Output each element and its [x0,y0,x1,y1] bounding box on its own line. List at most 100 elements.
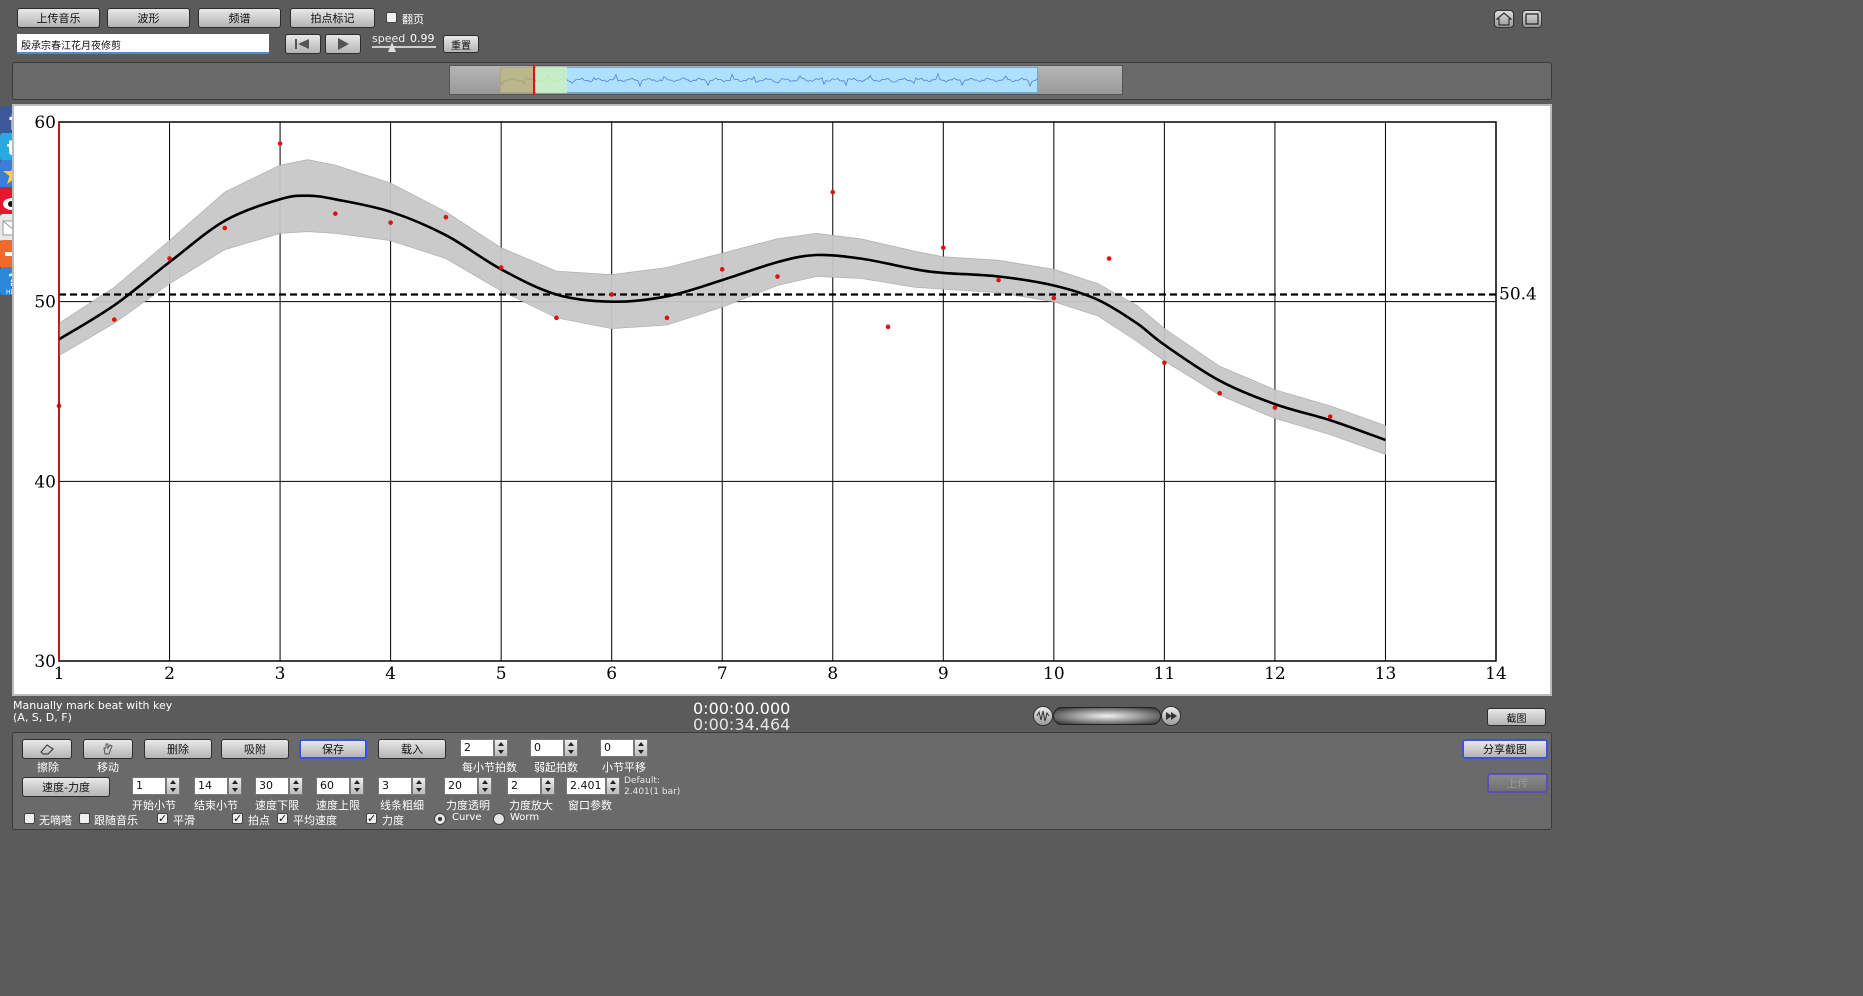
speed-slider-track[interactable] [372,46,436,48]
tempo-dynamics-button[interactable]: 速度-力度 [22,777,110,797]
upload-music-button[interactable]: 上传音乐 [17,8,100,28]
window-param-stepper[interactable]: 2.401 [566,777,620,795]
avg-speed-label: 平均速度 [293,814,337,827]
dynamics-alpha-label: 力度透明 [446,799,490,812]
curve-radio[interactable] [434,813,446,825]
waveform-trace [500,72,1038,88]
volume-slider[interactable] [1053,707,1161,725]
snap-button[interactable]: 吸附 [221,739,289,759]
volume-min-icon[interactable] [1033,706,1053,726]
erase-button[interactable] [22,739,72,759]
tempo-chart[interactable]: 1 2 3 4 5 6 7 8 9 10 11 12 13 143040506050.4 [12,104,1552,696]
song-title-text: 殷承宗春江花月夜修剪 [21,41,121,52]
speed-max-stepper[interactable]: 60 [316,777,364,795]
beat-point [664,315,670,321]
spectrum-button[interactable]: 频谱 [198,8,281,28]
window-param-label: 窗口参数 [568,799,612,812]
playhead-marker[interactable] [533,65,535,95]
worm-radio[interactable] [493,813,505,825]
beat-point [498,265,504,270]
dynamics-alpha-stepper[interactable]: 20 [444,777,492,795]
line-width-stepper[interactable]: 3 [378,777,426,795]
beat-point [1051,295,1057,301]
beat-point [554,315,559,321]
hand-icon [103,743,113,755]
beats-per-bar-stepper[interactable]: 2 [460,739,508,757]
smooth-checkbox[interactable]: ✓ [157,813,168,824]
follow-music-checkbox[interactable] [79,813,90,824]
y-tick-label: 50 [34,293,56,313]
end-bar-stepper[interactable]: 14 [194,777,242,795]
dynamics-scale-stepper[interactable]: 2 [507,777,555,795]
skip-back-button[interactable] [285,34,321,54]
end-bar-label: 结束小节 [194,799,238,812]
beat-points-checkbox[interactable]: ✓ [232,813,243,824]
speed-max-label: 速度上限 [316,799,360,812]
no-beep-checkbox[interactable] [24,813,35,824]
line-width-label: 线条粗细 [380,799,424,812]
curve-label: Curve [452,812,482,823]
x-tick-label: 12 [1264,664,1286,684]
waveform-button[interactable]: 波形 [107,8,190,28]
default-hint-line1: Default: [624,776,660,786]
beat-points-label: 拍点 [248,814,270,827]
beat-point [830,189,836,195]
beat-point [885,324,891,330]
beat-mark-button[interactable]: 拍点标记 [290,8,375,28]
beat-point [1106,256,1112,261]
x-tick-label: 13 [1375,664,1397,684]
y-tick-label: 40 [34,472,56,492]
disabled-upload-button[interactable]: 上传 [1487,773,1548,793]
reset-button[interactable]: 重置 [443,35,479,53]
start-bar-stepper[interactable]: 1 [132,777,180,795]
volume-max-icon[interactable] [1161,706,1181,726]
x-tick-label: 8 [827,664,838,684]
waveform-trace-line [500,72,1038,88]
avg-speed-checkbox[interactable]: ✓ [277,813,288,824]
save-button[interactable]: 保存 [299,739,367,759]
beat-point [1162,360,1167,366]
load-button[interactable]: 载入 [378,739,446,759]
beat-point [443,214,449,220]
x-tick-label: 4 [385,664,396,684]
beat-point [996,277,1001,283]
worm-label: Worm [510,812,540,823]
y-tick-label: 60 [34,113,56,133]
beat-point [1217,390,1222,396]
dynamics-scale-label: 力度放大 [509,799,553,812]
follow-music-label: 跟随音乐 [94,814,138,827]
x-tick-label: 10 [1043,664,1065,684]
average-tempo-label: 50.4 [1499,284,1537,304]
move-button[interactable] [83,739,133,759]
screenshot-button[interactable]: 截图 [1487,708,1546,726]
flip-page-checkbox[interactable] [386,12,397,23]
start-bar-label: 开始小节 [132,799,176,812]
share-screenshot-button[interactable]: 分享截图 [1462,739,1548,759]
x-tick-label: 2 [164,664,175,684]
beat-point [609,292,614,297]
beat-point [941,245,946,251]
x-tick-label: 5 [496,664,507,684]
play-icon [338,38,349,50]
beat-point [167,256,172,261]
default-hint-line2: 2.401(1 bar) [624,787,681,797]
eraser-icon [40,744,54,755]
beat-point [1327,414,1333,419]
dynamics-checkbox[interactable]: ✓ [366,813,377,824]
beat-point [277,141,283,146]
beat-hint-line2: (A, S, D, F) [13,711,72,724]
delete-button[interactable]: 删除 [144,739,212,759]
home-icon[interactable] [1494,10,1514,28]
speed-min-stepper[interactable]: 30 [255,777,303,795]
move-label: 移动 [97,761,119,774]
skip-back-icon [295,39,309,49]
bar-shift-stepper[interactable]: 0 [600,739,648,757]
x-tick-label: 9 [938,664,949,684]
beat-point [775,274,780,279]
erase-label: 擦除 [37,761,59,774]
waveform-selection[interactable] [536,67,567,93]
song-title-field[interactable]: 殷承宗春江花月夜修剪 [17,34,269,54]
upbeat-stepper[interactable]: 0 [530,739,578,757]
play-button[interactable] [325,34,361,54]
fullscreen-icon[interactable] [1522,10,1542,28]
